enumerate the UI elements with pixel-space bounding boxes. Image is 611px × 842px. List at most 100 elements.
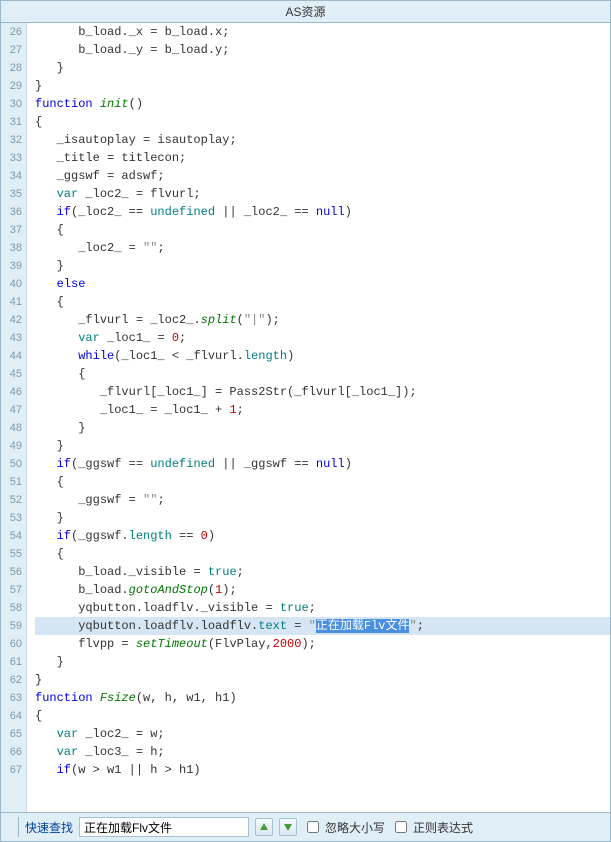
- line-number: 32: [3, 131, 22, 149]
- line-number: 46: [3, 383, 22, 401]
- regex-option[interactable]: 正则表达式: [391, 818, 473, 836]
- search-input[interactable]: [79, 817, 249, 837]
- line-number: 57: [3, 581, 22, 599]
- regex-checkbox[interactable]: [395, 821, 407, 833]
- code-line[interactable]: {: [35, 365, 610, 383]
- line-number: 34: [3, 167, 22, 185]
- code-line[interactable]: yqbutton.loadflv.loadflv.text = "正在加载Flv…: [35, 617, 610, 635]
- line-number: 50: [3, 455, 22, 473]
- code-line[interactable]: }: [35, 59, 610, 77]
- line-number: 37: [3, 221, 22, 239]
- code-line[interactable]: var _loc3_ = h;: [35, 743, 610, 761]
- code-line[interactable]: var _loc2_ = w;: [35, 725, 610, 743]
- line-number: 63: [3, 689, 22, 707]
- code-line[interactable]: _isautoplay = isautoplay;: [35, 131, 610, 149]
- line-number: 55: [3, 545, 22, 563]
- code-line[interactable]: var _loc1_ = 0;: [35, 329, 610, 347]
- code-area[interactable]: b_load._x = b_load.x; b_load._y = b_load…: [27, 23, 610, 812]
- line-number: 56: [3, 563, 22, 581]
- code-line[interactable]: }: [35, 509, 610, 527]
- code-line[interactable]: }: [35, 77, 610, 95]
- code-line[interactable]: {: [35, 473, 610, 491]
- code-line[interactable]: }: [35, 653, 610, 671]
- code-line[interactable]: }: [35, 257, 610, 275]
- line-number: 60: [3, 635, 22, 653]
- line-number: 40: [3, 275, 22, 293]
- line-number: 66: [3, 743, 22, 761]
- code-line[interactable]: _title = titlecon;: [35, 149, 610, 167]
- line-number: 35: [3, 185, 22, 203]
- code-line[interactable]: }: [35, 671, 610, 689]
- line-number: 38: [3, 239, 22, 257]
- code-line[interactable]: function init(): [35, 95, 610, 113]
- code-line[interactable]: _flvurl[_loc1_] = Pass2Str(_flvurl[_loc1…: [35, 383, 610, 401]
- search-bar: 快速查找 忽略大小写 正则表达式: [1, 812, 610, 841]
- code-line[interactable]: else: [35, 275, 610, 293]
- line-number: 39: [3, 257, 22, 275]
- line-number: 27: [3, 41, 22, 59]
- line-number: 29: [3, 77, 22, 95]
- line-number: 51: [3, 473, 22, 491]
- ignore-case-option[interactable]: 忽略大小写: [303, 818, 385, 836]
- code-line[interactable]: if(_loc2_ == undefined || _loc2_ == null…: [35, 203, 610, 221]
- line-number: 26: [3, 23, 22, 41]
- code-line[interactable]: _loc2_ = "";: [35, 239, 610, 257]
- line-number: 48: [3, 419, 22, 437]
- code-line[interactable]: b_load._y = b_load.y;: [35, 41, 610, 59]
- code-line[interactable]: {: [35, 113, 610, 131]
- arrow-up-icon: [259, 822, 269, 832]
- line-number: 47: [3, 401, 22, 419]
- code-line[interactable]: _ggswf = "";: [35, 491, 610, 509]
- code-line[interactable]: while(_loc1_ < _flvurl.length): [35, 347, 610, 365]
- find-label: 快速查找: [25, 819, 73, 836]
- code-line[interactable]: flvpp = setTimeout(FlvPlay,2000);: [35, 635, 610, 653]
- code-line[interactable]: _flvurl = _loc2_.split("|");: [35, 311, 610, 329]
- find-next-button[interactable]: [279, 818, 297, 836]
- code-line[interactable]: if(_ggswf == undefined || _ggswf == null…: [35, 455, 610, 473]
- line-number: 67: [3, 761, 22, 779]
- code-line[interactable]: }: [35, 419, 610, 437]
- line-number: 31: [3, 113, 22, 131]
- line-number: 43: [3, 329, 22, 347]
- line-number: 62: [3, 671, 22, 689]
- line-number: 28: [3, 59, 22, 77]
- code-line[interactable]: {: [35, 545, 610, 563]
- code-line[interactable]: b_load._visible = true;: [35, 563, 610, 581]
- line-number: 59: [3, 617, 22, 635]
- title-bar: AS资源: [1, 1, 610, 23]
- line-number-gutter: 2627282930313233343536373839404142434445…: [1, 23, 27, 812]
- line-number: 42: [3, 311, 22, 329]
- line-number: 33: [3, 149, 22, 167]
- line-number: 30: [3, 95, 22, 113]
- line-number: 52: [3, 491, 22, 509]
- line-number: 41: [3, 293, 22, 311]
- ignore-case-checkbox[interactable]: [307, 821, 319, 833]
- code-line[interactable]: function Fsize(w, h, w1, h1): [35, 689, 610, 707]
- code-line[interactable]: b_load._x = b_load.x;: [35, 23, 610, 41]
- code-line[interactable]: yqbutton.loadflv._visible = true;: [35, 599, 610, 617]
- line-number: 53: [3, 509, 22, 527]
- line-number: 54: [3, 527, 22, 545]
- line-number: 44: [3, 347, 22, 365]
- code-editor[interactable]: 2627282930313233343536373839404142434445…: [1, 23, 610, 812]
- line-number: 64: [3, 707, 22, 725]
- line-number: 61: [3, 653, 22, 671]
- code-line[interactable]: {: [35, 221, 610, 239]
- line-number: 45: [3, 365, 22, 383]
- code-line[interactable]: if(_ggswf.length == 0): [35, 527, 610, 545]
- code-line[interactable]: b_load.gotoAndStop(1);: [35, 581, 610, 599]
- code-line[interactable]: if(w > w1 || h > h1): [35, 761, 610, 779]
- code-line[interactable]: var _loc2_ = flvurl;: [35, 185, 610, 203]
- code-line[interactable]: _ggswf = adswf;: [35, 167, 610, 185]
- line-number: 58: [3, 599, 22, 617]
- line-number: 49: [3, 437, 22, 455]
- code-line[interactable]: {: [35, 707, 610, 725]
- arrow-down-icon: [283, 822, 293, 832]
- line-number: 65: [3, 725, 22, 743]
- line-number: 36: [3, 203, 22, 221]
- code-line[interactable]: _loc1_ = _loc1_ + 1;: [35, 401, 610, 419]
- code-line[interactable]: {: [35, 293, 610, 311]
- code-line[interactable]: }: [35, 437, 610, 455]
- find-prev-button[interactable]: [255, 818, 273, 836]
- window-title: AS资源: [285, 5, 325, 19]
